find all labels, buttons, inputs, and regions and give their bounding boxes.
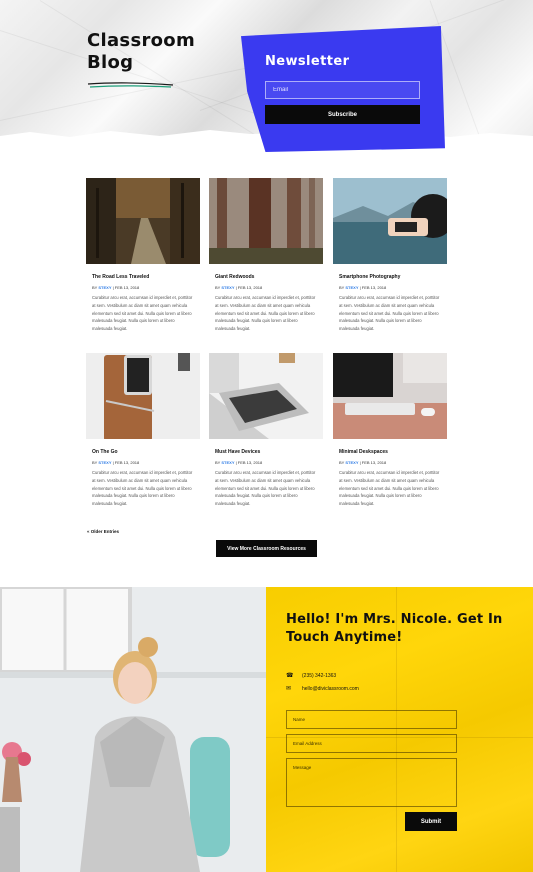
post-date: FEB 13, 2018 [114,460,140,465]
phone-row: ☎ (235) 342-1363 [286,672,336,680]
post-card: The Road Less Traveled BY STEXY | FEB 13… [86,178,200,333]
meta-by: BY [339,460,345,465]
woman-in-chair-image [0,587,266,872]
post-title[interactable]: Smartphone Photography [339,274,447,280]
post-card: Giant Redwoods BY STEXY | FEB 13, 2018 C… [209,178,323,333]
newsletter-heading: Newsletter [265,54,350,69]
contact-heading: Hello! I'm Mrs. Nicole. Get In Touch Any… [286,612,503,645]
newsletter-email-input[interactable] [265,81,420,99]
meta-by: BY [339,285,345,290]
post-title[interactable]: Giant Redwoods [215,274,323,280]
envelope-icon: ✉ [286,686,292,692]
submit-button[interactable]: Submit [405,812,457,831]
contact-email[interactable]: hello@diviclassroom.com [302,686,359,692]
post-excerpt: Curabitur arcu erat, accumsan id imperdi… [339,295,440,332]
post-excerpt: Curabitur arcu erat, accumsan id imperdi… [215,470,316,507]
post-author-link[interactable]: STEXY [98,285,111,290]
post-thumbnail-smartphone[interactable] [333,178,447,264]
post-author-link[interactable]: STEXY [345,460,358,465]
post-date: FEB 13, 2018 [361,285,387,290]
meta-by: BY [215,285,221,290]
post-thumbnail-redwoods[interactable] [209,178,323,264]
phone-number[interactable]: (235) 342-1363 [302,673,336,679]
newsletter-box: Newsletter Subscribe [241,26,445,152]
post-author-link[interactable]: STEXY [221,285,234,290]
post-card: Must Have Devices BY STEXY | FEB 13, 201… [209,353,323,508]
post-excerpt: Curabitur arcu erat, accumsan id imperdi… [339,470,440,507]
post-title[interactable]: On The Go [92,449,200,455]
post-meta: BY STEXY | FEB 13, 2018 [92,285,140,290]
post-date: FEB 13, 2018 [361,460,387,465]
phone-on-notebook-image [86,353,200,439]
post-thumbnail-devices[interactable] [209,353,323,439]
title-underline-scribble [87,82,174,88]
redwood-forest-image [209,178,323,264]
message-field[interactable] [286,758,457,807]
view-more-resources-button[interactable]: View More Classroom Resources [216,540,317,557]
contact-section: Hello! I'm Mrs. Nicole. Get In Touch Any… [266,587,533,872]
name-field[interactable] [286,710,457,729]
phone-icon: ☎ [286,673,294,679]
post-thumbnail-on-the-go[interactable] [86,353,200,439]
post-title[interactable]: The Road Less Traveled [92,274,200,280]
post-title[interactable]: Must Have Devices [215,449,323,455]
post-excerpt: Curabitur arcu erat, accumsan id imperdi… [92,295,193,332]
post-card: On The Go BY STEXY | FEB 13, 2018 Curabi… [86,353,200,508]
post-meta: BY STEXY | FEB 13, 2018 [339,285,387,290]
post-meta: BY STEXY | FEB 13, 2018 [339,460,387,465]
post-card: Smartphone Photography BY STEXY | FEB 13… [333,178,447,333]
post-author-link[interactable]: STEXY [221,460,234,465]
post-excerpt: Curabitur arcu erat, accumsan id imperdi… [92,470,193,507]
post-thumbnail-road[interactable] [86,178,200,264]
post-meta: BY STEXY | FEB 13, 2018 [215,285,263,290]
post-author-link[interactable]: STEXY [98,460,111,465]
post-date: FEB 13, 2018 [114,285,140,290]
post-author-link[interactable]: STEXY [345,285,358,290]
post-meta: BY STEXY | FEB 13, 2018 [92,460,140,465]
minimal-desk-image [333,353,447,439]
meta-by: BY [92,285,98,290]
email-address-field[interactable] [286,734,457,753]
laptop-keyboard-image [209,353,323,439]
forest-road-image [86,178,200,264]
email-row: ✉ hello@diviclassroom.com [286,685,359,693]
post-date: FEB 13, 2018 [237,460,263,465]
post-date: FEB 13, 2018 [237,285,263,290]
meta-by: BY [92,460,98,465]
meta-by: BY [215,460,221,465]
hero-section: Classroom Blog Newsletter Subscribe [0,0,533,160]
post-title[interactable]: Minimal Deskspaces [339,449,447,455]
smartphone-photography-image [333,178,447,264]
subscribe-button[interactable]: Subscribe [265,105,420,124]
post-meta: BY STEXY | FEB 13, 2018 [215,460,263,465]
post-card: Minimal Deskspaces BY STEXY | FEB 13, 20… [333,353,447,508]
teacher-photo [0,587,266,872]
post-thumbnail-deskspaces[interactable] [333,353,447,439]
blog-title: Classroom Blog [87,30,196,73]
post-excerpt: Curabitur arcu erat, accumsan id imperdi… [215,295,316,332]
older-entries-link[interactable]: « Older Entries [87,529,119,534]
